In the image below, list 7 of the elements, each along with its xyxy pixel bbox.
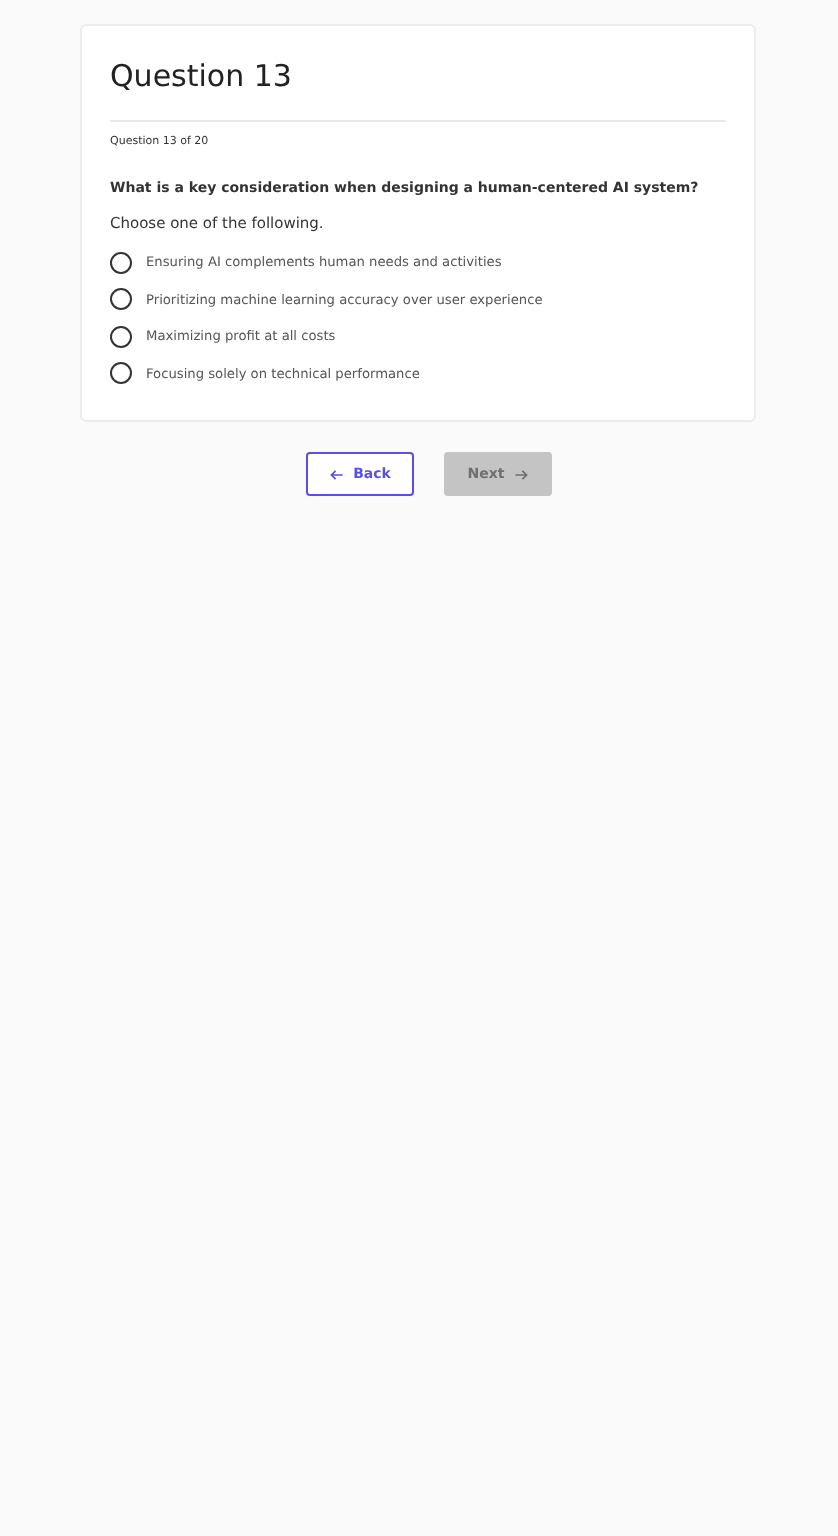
radio-button[interactable] (110, 288, 132, 311)
radio-button[interactable] (110, 325, 132, 348)
radio-button[interactable] (110, 362, 132, 385)
arrow-right-icon (514, 467, 529, 481)
question-title: Question 13 (110, 58, 294, 94)
arrow-left-icon (329, 467, 344, 481)
radio-button[interactable] (110, 251, 132, 274)
